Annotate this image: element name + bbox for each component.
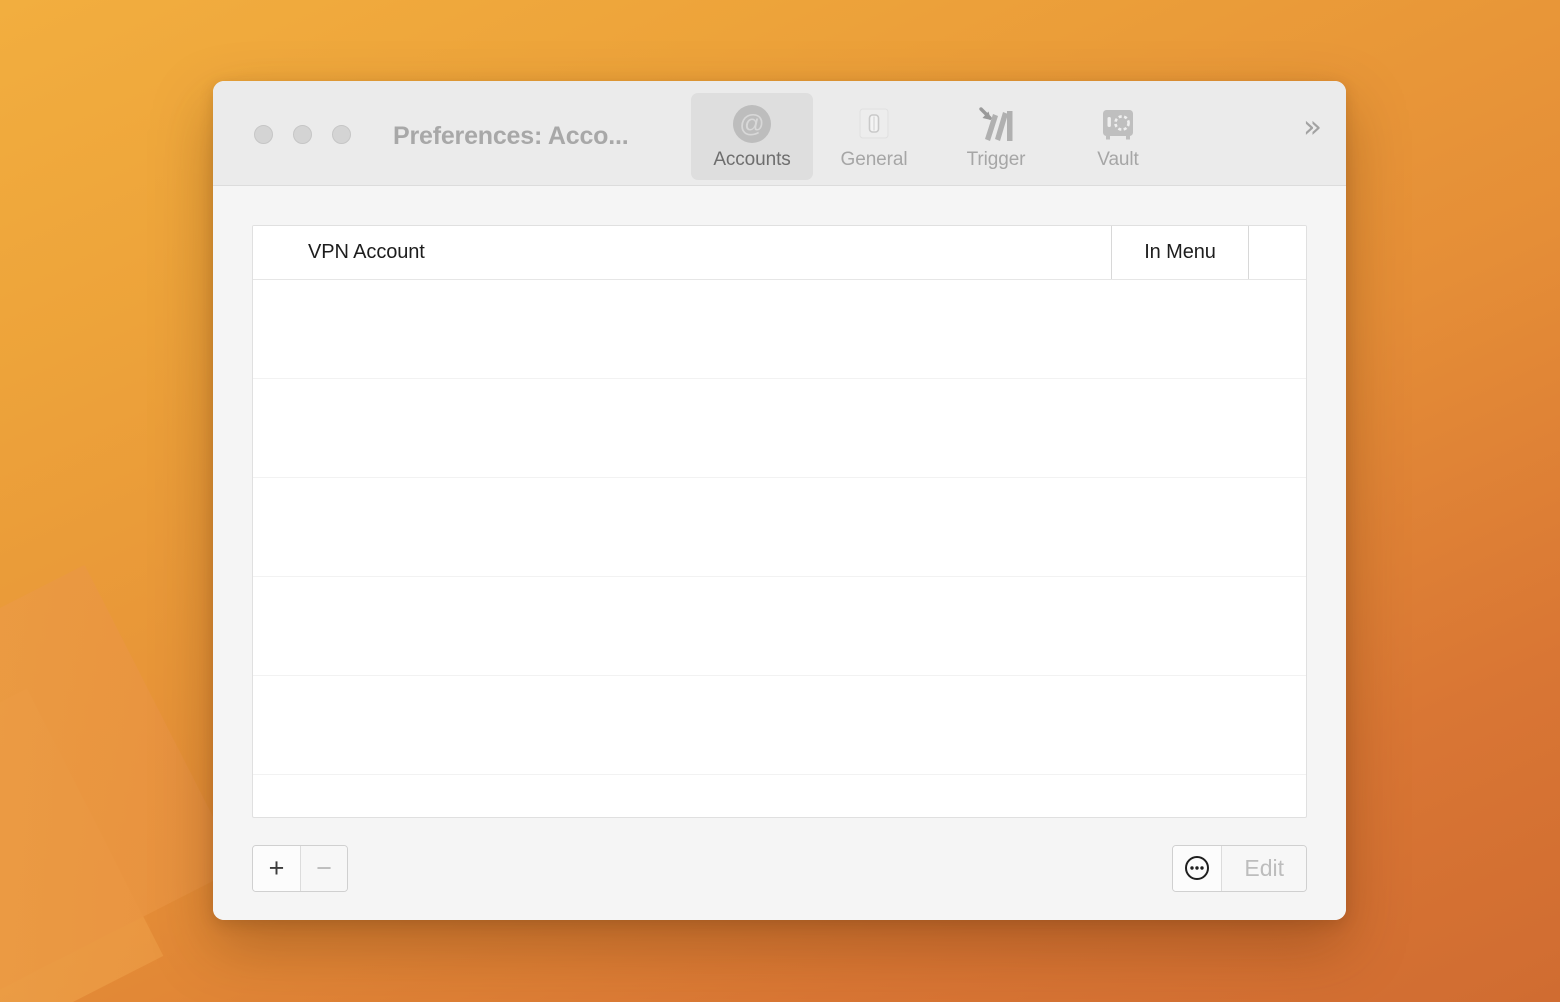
preferences-content: VPN Account In Menu + − Edit [213, 186, 1346, 920]
edit-button[interactable]: Edit [1221, 845, 1306, 891]
at-sign-icon: @ [731, 104, 773, 144]
tab-accounts[interactable]: @ Accounts [691, 93, 813, 180]
page-title: Preferences: Acco... [393, 122, 629, 150]
preferences-toolbar: @ Accounts General Trigger Vault [691, 93, 1179, 180]
vpn-accounts-table: VPN Account In Menu [252, 225, 1307, 818]
table-row[interactable] [253, 478, 1306, 577]
add-account-button[interactable]: + [253, 845, 300, 891]
tab-trigger[interactable]: Trigger [935, 93, 1057, 180]
remove-account-button[interactable]: − [300, 845, 347, 891]
table-row[interactable] [253, 280, 1306, 379]
table-row[interactable] [253, 775, 1306, 817]
action-edit-segmented-control: Edit [1172, 844, 1307, 892]
toggle-switch-icon [853, 104, 895, 144]
close-button[interactable] [254, 125, 273, 144]
desktop-background: Preferences: Acco... @ Accounts General … [0, 0, 1560, 1002]
window-titlebar: Preferences: Acco... @ Accounts General … [213, 81, 1346, 186]
zoom-button[interactable] [332, 125, 351, 144]
table-footer-toolbar: + − Edit [252, 818, 1307, 918]
column-header-spacer [1249, 226, 1306, 279]
ellipsis-circle-icon [1185, 856, 1210, 880]
table-body[interactable] [253, 280, 1306, 817]
overflow-chevron-icon[interactable]: » [1303, 112, 1322, 143]
svg-text:@: @ [739, 110, 764, 138]
tab-trigger-label: Trigger [966, 149, 1026, 170]
table-row[interactable] [253, 676, 1306, 775]
table-row[interactable] [253, 577, 1306, 676]
minimize-button[interactable] [293, 125, 312, 144]
column-header-vpn-account[interactable]: VPN Account [253, 226, 1111, 279]
ellipsis-circle-icon-button[interactable] [1173, 845, 1222, 891]
falling-dominoes-icon [973, 104, 1019, 144]
tab-vault-label: Vault [1097, 149, 1139, 170]
add-remove-segmented-control: + − [252, 844, 348, 892]
table-row[interactable] [253, 379, 1306, 478]
safe-icon [1096, 104, 1140, 144]
tab-accounts-label: Accounts [713, 149, 791, 170]
traffic-light-buttons [254, 125, 351, 144]
tab-vault[interactable]: Vault [1057, 93, 1179, 180]
preferences-window: Preferences: Acco... @ Accounts General … [213, 81, 1346, 920]
table-header-row: VPN Account In Menu [253, 226, 1306, 280]
tab-general-label: General [840, 149, 908, 170]
column-header-in-menu[interactable]: In Menu [1111, 226, 1249, 279]
tab-general[interactable]: General [813, 93, 935, 180]
